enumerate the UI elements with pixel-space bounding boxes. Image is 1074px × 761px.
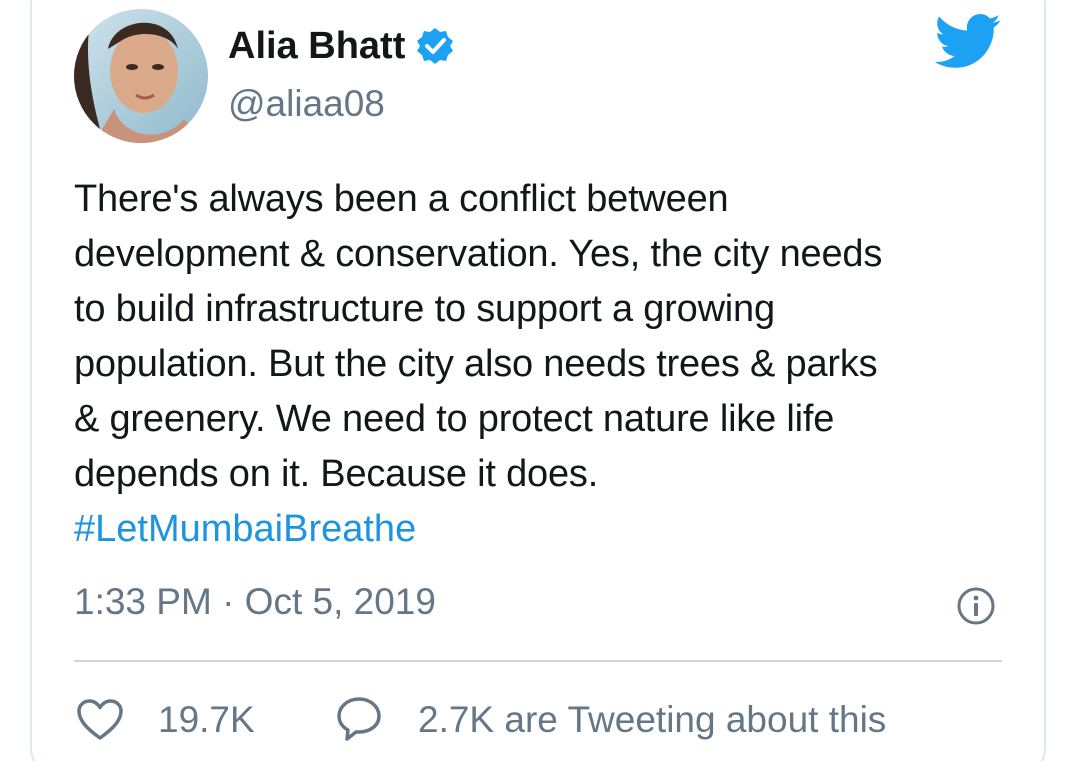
display-name[interactable]: Alia Bhatt bbox=[228, 26, 455, 66]
heart-icon[interactable] bbox=[76, 698, 124, 742]
verified-badge-icon bbox=[415, 26, 455, 66]
tweet-text: There's always been a conflict between d… bbox=[74, 178, 883, 495]
user-handle[interactable]: @aliaa08 bbox=[228, 84, 385, 124]
avatar[interactable] bbox=[74, 9, 208, 143]
like-count[interactable]: 19.7K bbox=[158, 698, 255, 742]
tweeting-about-link[interactable]: 2.7K are Tweeting about this bbox=[418, 698, 886, 742]
hashtag-link[interactable]: #LetMumbaiBreathe bbox=[74, 504, 416, 554]
twitter-bird-icon[interactable] bbox=[933, 14, 1003, 70]
display-name-text: Alia Bhatt bbox=[228, 25, 406, 67]
divider bbox=[74, 660, 1002, 662]
tweet-timestamp[interactable]: 1:33 PM · Oct 5, 2019 bbox=[74, 580, 436, 624]
info-icon[interactable] bbox=[956, 586, 996, 626]
speech-bubble-icon[interactable] bbox=[334, 694, 384, 744]
avatar-photo bbox=[74, 9, 208, 143]
